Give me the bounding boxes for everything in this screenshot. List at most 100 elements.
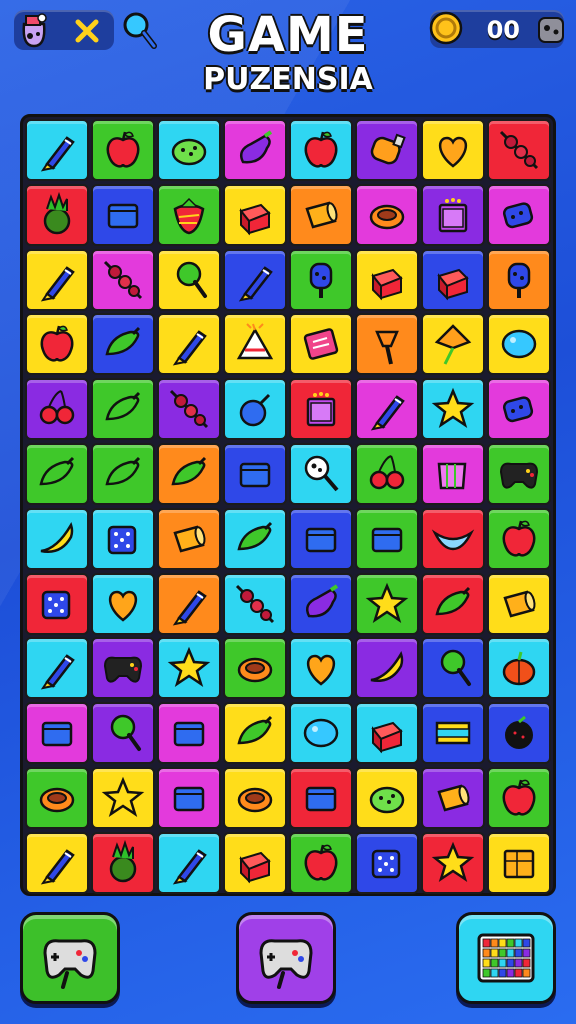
- tile-r12-c3[interactable]: [157, 832, 221, 894]
- tile-r4-c2[interactable]: [91, 313, 155, 375]
- grid-menu-button[interactable]: [456, 912, 556, 1004]
- tile-r2-c8[interactable]: [487, 184, 551, 246]
- tile-r11-c2[interactable]: [91, 767, 155, 829]
- tile-r4-c8[interactable]: [487, 313, 551, 375]
- tile-r11-c7[interactable]: [421, 767, 485, 829]
- tile-r8-c5[interactable]: [289, 573, 353, 635]
- tile-r5-c1[interactable]: [25, 378, 89, 440]
- tile-r9-c1[interactable]: [25, 637, 89, 699]
- tile-r11-c3[interactable]: [157, 767, 221, 829]
- tile-r11-c1[interactable]: [25, 767, 89, 829]
- tile-r2-c4[interactable]: [223, 184, 287, 246]
- tile-r3-c3[interactable]: [157, 249, 221, 311]
- tile-r2-c6[interactable]: [355, 184, 419, 246]
- tile-r12-c7[interactable]: [421, 832, 485, 894]
- tile-r7-c4[interactable]: [223, 508, 287, 570]
- tile-r11-c5[interactable]: [289, 767, 353, 829]
- tile-r2-c5[interactable]: [289, 184, 353, 246]
- tile-r1-c8[interactable]: [487, 119, 551, 181]
- tile-r8-c6[interactable]: [355, 573, 419, 635]
- tile-r4-c7[interactable]: [421, 313, 485, 375]
- tile-r9-c6[interactable]: [355, 637, 419, 699]
- tile-r2-c2[interactable]: [91, 184, 155, 246]
- tile-r11-c4[interactable]: [223, 767, 287, 829]
- gamepad-button-purple[interactable]: [236, 912, 336, 1004]
- tile-r6-c2[interactable]: [91, 443, 155, 505]
- tile-r6-c3[interactable]: [157, 443, 221, 505]
- tile-r7-c6[interactable]: [355, 508, 419, 570]
- tile-r8-c8[interactable]: [487, 573, 551, 635]
- tile-r4-c3[interactable]: [157, 313, 221, 375]
- tile-r8-c4[interactable]: [223, 573, 287, 635]
- tile-r6-c5[interactable]: [289, 443, 353, 505]
- tile-r1-c2[interactable]: [91, 119, 155, 181]
- tile-r10-c2[interactable]: [91, 702, 155, 764]
- tile-r5-c2[interactable]: [91, 378, 155, 440]
- tile-r1-c1[interactable]: [25, 119, 89, 181]
- tile-r10-c7[interactable]: [421, 702, 485, 764]
- tile-r7-c5[interactable]: [289, 508, 353, 570]
- tile-r8-c1[interactable]: [25, 573, 89, 635]
- tile-r3-c7[interactable]: [421, 249, 485, 311]
- tile-r9-c7[interactable]: [421, 637, 485, 699]
- tile-r3-c4[interactable]: [223, 249, 287, 311]
- tile-r12-c1[interactable]: [25, 832, 89, 894]
- tile-r2-c7[interactable]: [421, 184, 485, 246]
- tile-r12-c6[interactable]: [355, 832, 419, 894]
- tile-r10-c5[interactable]: [289, 702, 353, 764]
- tile-r8-c3[interactable]: [157, 573, 221, 635]
- tile-r4-c6[interactable]: [355, 313, 419, 375]
- tile-r9-c2[interactable]: [91, 637, 155, 699]
- tile-r8-c2[interactable]: [91, 573, 155, 635]
- tile-r1-c4[interactable]: [223, 119, 287, 181]
- tile-r7-c2[interactable]: [91, 508, 155, 570]
- tile-r3-c5[interactable]: [289, 249, 353, 311]
- tile-r5-c8[interactable]: [487, 378, 551, 440]
- tile-r8-c7[interactable]: [421, 573, 485, 635]
- tile-r1-c3[interactable]: [157, 119, 221, 181]
- tile-r5-c7[interactable]: [421, 378, 485, 440]
- tile-r4-c1[interactable]: [25, 313, 89, 375]
- tile-r12-c2[interactable]: [91, 832, 155, 894]
- tile-r10-c6[interactable]: [355, 702, 419, 764]
- tile-r4-c5[interactable]: [289, 313, 353, 375]
- tile-r5-c4[interactable]: [223, 378, 287, 440]
- tile-r6-c6[interactable]: [355, 443, 419, 505]
- tile-r7-c7[interactable]: [421, 508, 485, 570]
- tile-r12-c5[interactable]: [289, 832, 353, 894]
- tile-r9-c5[interactable]: [289, 637, 353, 699]
- tile-r4-c4[interactable]: [223, 313, 287, 375]
- tile-r1-c5[interactable]: [289, 119, 353, 181]
- tile-r12-c4[interactable]: [223, 832, 287, 894]
- tile-r5-c3[interactable]: [157, 378, 221, 440]
- tile-r7-c3[interactable]: [157, 508, 221, 570]
- tile-r3-c8[interactable]: [487, 249, 551, 311]
- gamepad-icon[interactable]: [536, 14, 566, 46]
- tile-r1-c6[interactable]: [355, 119, 419, 181]
- tile-r6-c1[interactable]: [25, 443, 89, 505]
- tile-r11-c8[interactable]: [487, 767, 551, 829]
- tile-r9-c4[interactable]: [223, 637, 287, 699]
- tile-r11-c6[interactable]: [355, 767, 419, 829]
- tile-r5-c6[interactable]: [355, 378, 419, 440]
- tile-r1-c7[interactable]: [421, 119, 485, 181]
- tile-r9-c3[interactable]: [157, 637, 221, 699]
- tile-r6-c7[interactable]: [421, 443, 485, 505]
- tile-r10-c1[interactable]: [25, 702, 89, 764]
- gamepad-button-green[interactable]: [20, 912, 120, 1004]
- tile-r7-c8[interactable]: [487, 508, 551, 570]
- tile-r6-c4[interactable]: [223, 443, 287, 505]
- tile-r10-c8[interactable]: [487, 702, 551, 764]
- tile-r2-c3[interactable]: [157, 184, 221, 246]
- tile-r9-c8[interactable]: [487, 637, 551, 699]
- tile-r3-c1[interactable]: [25, 249, 89, 311]
- tile-r2-c1[interactable]: [25, 184, 89, 246]
- tile-r10-c4[interactable]: [223, 702, 287, 764]
- tile-r10-c3[interactable]: [157, 702, 221, 764]
- tile-r3-c6[interactable]: [355, 249, 419, 311]
- tile-r6-c8[interactable]: [487, 443, 551, 505]
- tile-r12-c8[interactable]: [487, 832, 551, 894]
- tile-r5-c5[interactable]: [289, 378, 353, 440]
- tile-r7-c1[interactable]: [25, 508, 89, 570]
- tile-r3-c2[interactable]: [91, 249, 155, 311]
